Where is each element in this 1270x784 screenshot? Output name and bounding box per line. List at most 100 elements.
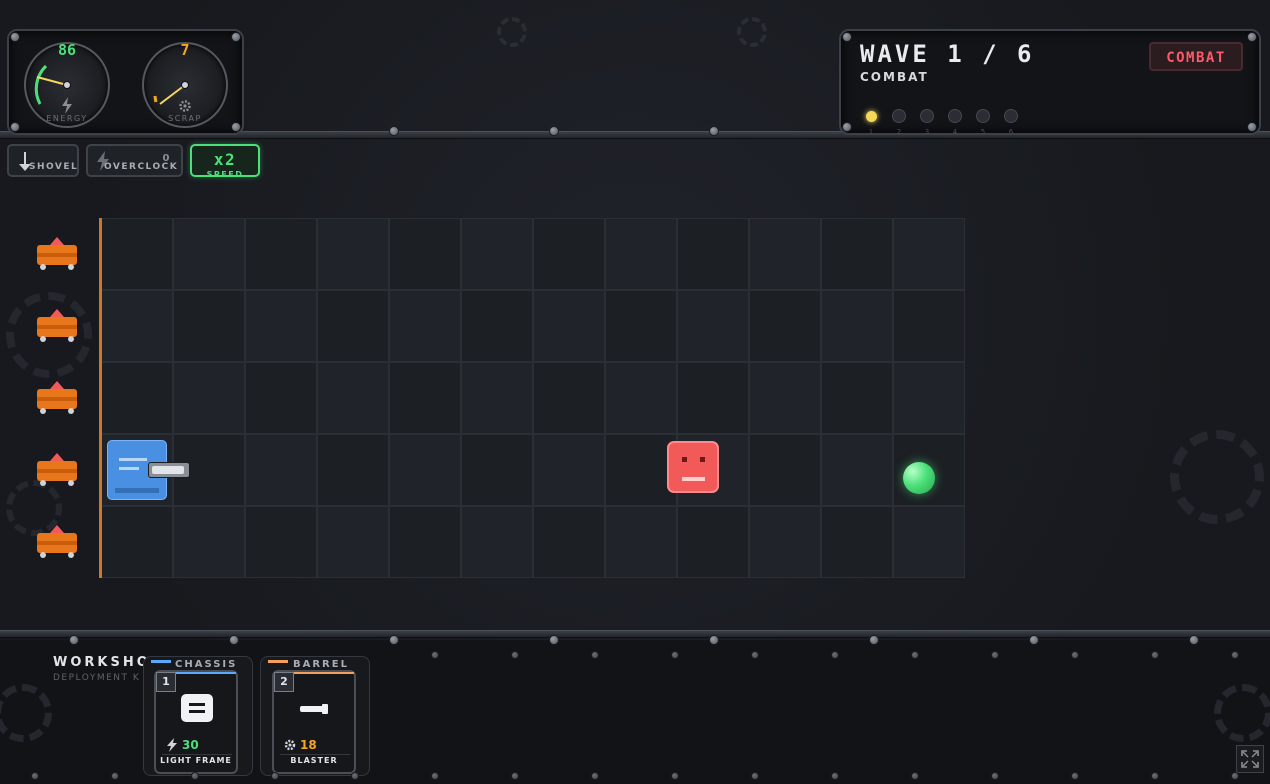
grid-cell[interactable] bbox=[821, 506, 893, 578]
rivet bbox=[1231, 651, 1239, 659]
wave-dot bbox=[892, 109, 906, 123]
wave-dot-number: 2 bbox=[896, 128, 902, 136]
grid-cell[interactable] bbox=[749, 434, 821, 506]
rivet bbox=[431, 651, 439, 659]
grid-cell[interactable] bbox=[749, 362, 821, 434]
rivet bbox=[1151, 651, 1159, 659]
grid-cell[interactable] bbox=[461, 506, 533, 578]
wave-dot bbox=[1004, 109, 1018, 123]
card-item-name: LIGHT FRAME bbox=[160, 756, 232, 765]
light-frame-icon bbox=[181, 694, 213, 722]
grid-cell[interactable] bbox=[173, 218, 245, 290]
rivet bbox=[911, 772, 919, 780]
rivet bbox=[69, 635, 79, 645]
grid-cell[interactable] bbox=[317, 218, 389, 290]
grid-cell[interactable] bbox=[461, 290, 533, 362]
fullscreen-button[interactable] bbox=[1236, 745, 1264, 773]
shovel-label: SHOVEL bbox=[29, 162, 79, 172]
grid-cell[interactable] bbox=[749, 506, 821, 578]
grid-cell[interactable] bbox=[821, 434, 893, 506]
grid-cell[interactable] bbox=[677, 290, 749, 362]
grid-cell[interactable] bbox=[605, 506, 677, 578]
grid-cell[interactable] bbox=[533, 290, 605, 362]
card-slot-number: 1 bbox=[156, 672, 176, 692]
grid-cell[interactable] bbox=[533, 362, 605, 434]
grid-cell[interactable] bbox=[677, 362, 749, 434]
speed-toggle-button[interactable]: x2 SPEED bbox=[190, 144, 260, 179]
grid-cell[interactable] bbox=[677, 506, 749, 578]
wave-dot bbox=[920, 109, 934, 123]
lane-cart bbox=[34, 307, 80, 347]
chassis-category-label: CHASSIS bbox=[175, 659, 238, 670]
grid-cell[interactable] bbox=[533, 434, 605, 506]
grid-cell[interactable] bbox=[605, 218, 677, 290]
grid-cell[interactable] bbox=[461, 218, 533, 290]
grid-cell[interactable] bbox=[101, 506, 173, 578]
grid-cell[interactable] bbox=[101, 218, 173, 290]
grid-cell[interactable] bbox=[317, 434, 389, 506]
grid-cell[interactable] bbox=[317, 506, 389, 578]
grid-cell[interactable] bbox=[461, 434, 533, 506]
grid-cell[interactable] bbox=[605, 362, 677, 434]
grid-cell[interactable] bbox=[821, 218, 893, 290]
rivet bbox=[431, 772, 439, 780]
rivet bbox=[1231, 772, 1239, 780]
rivet bbox=[671, 651, 679, 659]
energy-label: ENERGY bbox=[46, 114, 88, 123]
grid-cell[interactable] bbox=[101, 362, 173, 434]
grid-cell[interactable] bbox=[173, 290, 245, 362]
chassis-accent bbox=[151, 660, 171, 663]
grid-cell[interactable] bbox=[389, 434, 461, 506]
grid-cell[interactable] bbox=[317, 290, 389, 362]
wave-dot bbox=[976, 109, 990, 123]
player-robot[interactable] bbox=[107, 440, 191, 500]
grid-cell[interactable] bbox=[533, 218, 605, 290]
energy-orb-pickup[interactable] bbox=[903, 462, 935, 494]
grid-cell[interactable] bbox=[821, 362, 893, 434]
blaster-icon bbox=[300, 704, 328, 714]
defense-line bbox=[99, 218, 102, 578]
grid-cell[interactable] bbox=[893, 290, 965, 362]
blaster-card[interactable]: 2 18 BLASTER bbox=[272, 670, 356, 774]
grid-cell[interactable] bbox=[389, 362, 461, 434]
grid-cell[interactable] bbox=[893, 362, 965, 434]
grid-cell[interactable] bbox=[461, 362, 533, 434]
gear-decoration-icon bbox=[0, 684, 52, 742]
lane-cart bbox=[34, 379, 80, 419]
grid-cell[interactable] bbox=[389, 506, 461, 578]
enemy-bot[interactable] bbox=[667, 441, 719, 493]
grid-cell[interactable] bbox=[749, 218, 821, 290]
bottom-rail bbox=[0, 630, 1270, 638]
grid-cell[interactable] bbox=[173, 506, 245, 578]
grid-cell[interactable] bbox=[893, 218, 965, 290]
grid-cell[interactable] bbox=[245, 506, 317, 578]
grid-cell[interactable] bbox=[173, 362, 245, 434]
grid-cell[interactable] bbox=[389, 290, 461, 362]
grid-cell[interactable] bbox=[245, 362, 317, 434]
grid-cell[interactable] bbox=[749, 290, 821, 362]
grid-cell[interactable] bbox=[893, 506, 965, 578]
grid-cell[interactable] bbox=[533, 506, 605, 578]
rivet bbox=[991, 651, 999, 659]
rivet bbox=[671, 772, 679, 780]
grid-cell[interactable] bbox=[821, 290, 893, 362]
battlefield-grid[interactable] bbox=[101, 218, 965, 578]
grid-cell[interactable] bbox=[389, 218, 461, 290]
grid-cell[interactable] bbox=[245, 290, 317, 362]
grid-cell[interactable] bbox=[245, 434, 317, 506]
grid-cell[interactable] bbox=[677, 218, 749, 290]
grid-cell[interactable] bbox=[317, 362, 389, 434]
rivet bbox=[869, 635, 879, 645]
rivet bbox=[31, 772, 39, 780]
light-frame-card[interactable]: 1 30 LIGHT FRAME bbox=[154, 670, 238, 774]
grid-cell[interactable] bbox=[101, 290, 173, 362]
rivet bbox=[351, 772, 359, 780]
rivet bbox=[911, 651, 919, 659]
gear-decoration-icon bbox=[737, 17, 767, 47]
grid-cell[interactable] bbox=[245, 218, 317, 290]
grid-cell[interactable] bbox=[605, 290, 677, 362]
scrap-value: 7 bbox=[180, 41, 190, 59]
overclock-button[interactable]: OVERCLOCK 0 bbox=[86, 144, 183, 177]
shovel-button[interactable]: SHOVEL bbox=[7, 144, 79, 177]
blaster-barrel bbox=[148, 462, 190, 478]
